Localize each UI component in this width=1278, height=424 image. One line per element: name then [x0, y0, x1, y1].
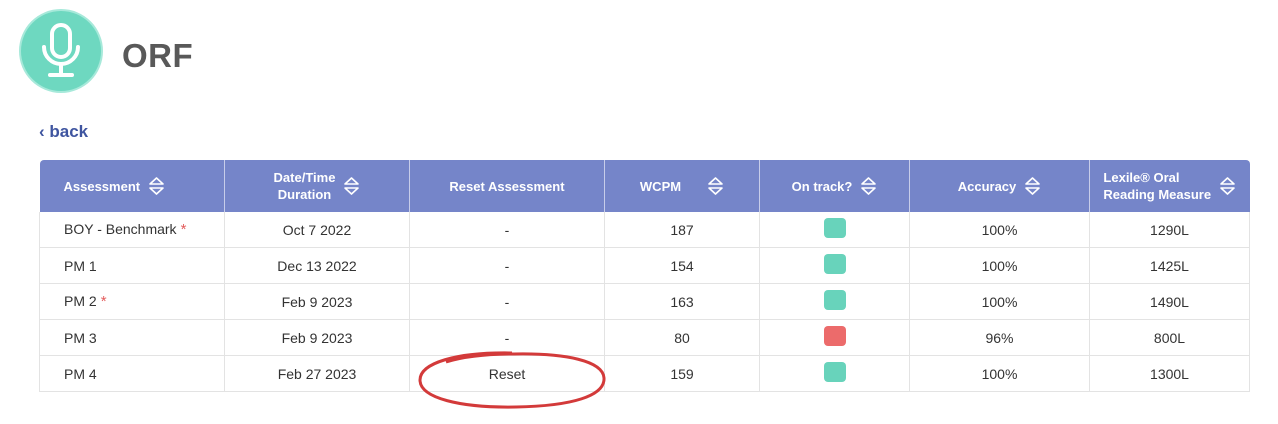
cell-assessment: PM 2 *	[39, 283, 225, 320]
reset-placeholder: -	[504, 221, 510, 238]
column-header-line2: Duration	[277, 187, 332, 202]
column-header-label: Accuracy	[957, 178, 1017, 194]
assessment-name: BOY - Benchmark	[64, 221, 177, 237]
table-row: PM 3 Feb 9 2023 - 80 96% 800L	[39, 319, 1250, 356]
assessments-table: Assessment Date/Time Duration Reset Asses…	[39, 160, 1250, 392]
assessment-name: PM 3	[64, 329, 97, 346]
table-header-row: Assessment Date/Time Duration Reset Asses…	[39, 160, 1250, 212]
cell-date: Feb 9 2023	[224, 319, 410, 356]
cell-reset: -	[409, 212, 605, 248]
cell-wcpm: 163	[604, 283, 760, 320]
table-row: PM 4 Feb 27 2023 Reset 159 100% 1300L	[39, 355, 1250, 392]
sort-icon[interactable]	[707, 176, 724, 196]
flag-asterisk: *	[180, 221, 187, 238]
cell-wcpm: 154	[604, 247, 760, 284]
cell-assessment: PM 3	[39, 319, 225, 356]
cell-date: Oct 7 2022	[224, 212, 410, 248]
cell-reset: -	[409, 283, 605, 320]
cell-wcpm: 80	[604, 319, 760, 356]
cell-accuracy: 100%	[909, 212, 1090, 248]
cell-lexile: 800L	[1089, 319, 1250, 356]
back-link[interactable]: ‹ back	[39, 122, 88, 142]
page-title: ORF	[122, 37, 194, 74]
cell-on-track	[759, 319, 910, 356]
reset-placeholder: -	[504, 329, 510, 346]
on-track-indicator	[823, 254, 846, 274]
column-header-date[interactable]: Date/Time Duration	[224, 160, 410, 212]
cell-accuracy: 100%	[909, 247, 1090, 284]
table-row: PM 1 Dec 13 2022 - 154 100% 1425L	[39, 247, 1250, 284]
column-header-wcpm[interactable]: WCPM	[604, 160, 760, 212]
reset-placeholder: -	[504, 293, 510, 310]
column-header-accuracy[interactable]: Accuracy	[909, 160, 1090, 212]
cell-reset: -	[409, 319, 605, 356]
cell-date: Dec 13 2022	[224, 247, 410, 284]
cell-assessment: PM 4	[39, 355, 225, 392]
column-header-label: Date/Time Duration	[274, 169, 336, 203]
cell-reset: -	[409, 247, 605, 284]
cell-lexile: 1490L	[1089, 283, 1250, 320]
column-header-line1: Lexile® Oral	[1103, 170, 1180, 185]
cell-date: Feb 9 2023	[224, 283, 410, 320]
sort-icon[interactable]	[860, 176, 877, 196]
column-header-label: On track?	[791, 178, 853, 194]
cell-accuracy: 100%	[909, 283, 1090, 320]
column-header-on-track[interactable]: On track?	[759, 160, 910, 212]
cell-on-track	[759, 355, 910, 392]
table-row: PM 2 * Feb 9 2023-163 100% 1490L	[39, 283, 1250, 320]
column-header-label: Lexile® Oral Reading Measure	[1103, 169, 1211, 203]
orf-logo	[21, 11, 101, 91]
sort-icon[interactable]	[1024, 176, 1041, 196]
cell-assessment: BOY - Benchmark *	[39, 212, 225, 248]
assessment-name: PM 1	[64, 257, 97, 274]
sort-icon[interactable]	[1219, 176, 1236, 196]
cell-accuracy: 96%	[909, 319, 1090, 356]
assessment-name: PM 4	[64, 365, 97, 382]
cell-accuracy: 100%	[909, 355, 1090, 392]
table-row: BOY - Benchmark * Oct 7 2022-187 100% 1290L	[39, 212, 1250, 248]
sort-icon[interactable]	[148, 176, 165, 196]
cell-lexile: 1300L	[1089, 355, 1250, 392]
on-track-indicator	[823, 362, 846, 382]
assessment-name: PM 2	[64, 293, 97, 309]
reset-button[interactable]: Reset	[489, 366, 526, 382]
on-track-indicator	[823, 326, 846, 346]
cell-wcpm: 187	[604, 212, 760, 248]
flag-asterisk: *	[100, 293, 107, 310]
cell-on-track	[759, 212, 910, 248]
cell-on-track	[759, 247, 910, 284]
cell-lexile: 1290L	[1089, 212, 1250, 248]
column-header-line1: Date/Time	[273, 170, 336, 185]
cell-on-track	[759, 283, 910, 320]
cell-wcpm: 159	[604, 355, 760, 392]
reset-placeholder: -	[504, 257, 510, 274]
sort-icon[interactable]	[343, 176, 360, 196]
column-header-line2: Reading Measure	[1103, 187, 1212, 202]
cell-reset[interactable]: Reset	[409, 355, 605, 392]
column-header-lexile[interactable]: Lexile® Oral Reading Measure	[1089, 160, 1250, 212]
on-track-indicator	[823, 218, 846, 238]
column-header-reset: Reset Assessment	[409, 160, 605, 212]
cell-assessment: PM 1	[39, 247, 225, 284]
cell-date: Feb 27 2023	[224, 355, 410, 392]
column-header-assessment[interactable]: Assessment	[39, 160, 225, 212]
column-header-label: Assessment	[63, 178, 141, 194]
column-header-label: WCPM	[639, 178, 682, 194]
column-header-label: Reset Assessment	[449, 178, 565, 194]
cell-lexile: 1425L	[1089, 247, 1250, 284]
microphone-icon	[42, 23, 80, 77]
on-track-indicator	[823, 290, 846, 310]
